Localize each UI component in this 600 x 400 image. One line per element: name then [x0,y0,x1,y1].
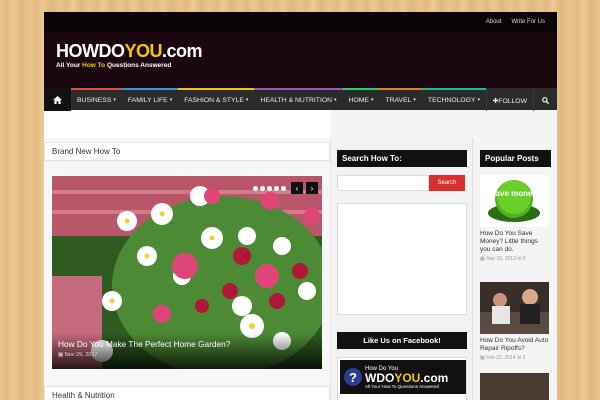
site-container: About Write For Us HOWDOYOU.com All Your… [44,12,557,400]
nav-right: ✚FOLLOW [485,88,557,111]
nav-item-travel[interactable]: TRAVEL ▾ [379,87,422,111]
slider-dot[interactable] [267,186,272,191]
nav-item-home[interactable]: HOME ▾ [342,87,380,111]
section-heading-new: Brand New How To [44,142,330,161]
facebook-widget[interactable]: ? How Do You WDOYOU.com All Your How To … [337,357,467,400]
main-nav: BUSINESS ▾ FAMILY LIFE ▾ FASHION & STYLE ▾ … [44,87,557,111]
top-bar: About Write For Us [44,12,557,32]
search-heading: Search How To: [337,150,467,167]
calendar-icon: ▦ [58,352,64,358]
slider-prev-button[interactable]: ‹ [291,182,303,194]
nav-item-technology[interactable]: TECHNOLOGY ▾ [421,87,487,111]
main-content: Brand New How To ‹ › How Do You Make The… [44,138,557,400]
chevron-down-icon: ▾ [245,97,249,103]
search-column: Search How To: Search Like Us on Faceboo… [331,138,473,400]
save-money-button-image: save money [480,175,549,227]
content-column: Brand New How To ‹ › How Do You Make The… [44,138,331,400]
svg-text:save money: save money [491,189,537,198]
slide-caption: How Do You Make The Perfect Home Garden?… [52,333,322,369]
chevron-down-icon: ▾ [370,97,374,103]
popular-post-title[interactable]: How Do You Save Money? Little things you… [480,230,550,254]
chevron-down-icon: ▾ [113,97,116,103]
section-heading-health: Health & Nutrition [44,386,330,400]
slider-dot[interactable] [253,186,258,191]
slider-dots[interactable] [253,186,286,191]
chevron-down-icon: ▾ [334,97,337,103]
search-form: Search [337,175,467,191]
slide-date: Nov 29, 2017 [64,352,98,358]
nav-item-fashion-style[interactable]: FASHION & STYLE ▾ [178,87,255,111]
chevron-down-icon: ▾ [169,97,173,103]
slider-dot[interactable] [274,186,279,191]
nav-item-business[interactable]: BUSINESS ▾ [71,87,122,111]
popular-column: Popular Posts save money How Do You Save… [473,138,557,400]
nav-home-icon[interactable] [44,87,71,111]
popular-heading: Popular Posts [480,150,551,167]
ad-widget-box [337,203,467,315]
chevron-down-icon: ▾ [413,97,416,103]
about-link[interactable]: About [486,19,502,25]
slider-dot[interactable] [260,186,265,191]
chevron-down-icon: ▾ [477,97,481,103]
popular-post-image[interactable] [480,282,549,334]
site-header: HOWDOYOU.com All Your How To Questions A… [44,32,557,87]
popular-post-image[interactable]: save money [480,175,549,227]
comment-icon: ✉ [517,256,522,262]
slider-next-button[interactable]: › [306,182,318,194]
search-icon [542,97,549,104]
popular-post-image[interactable] [480,373,549,400]
question-icon: ? [344,368,362,386]
home-icon [53,96,62,104]
search-button[interactable]: Search [429,175,465,191]
popular-post-title[interactable]: How Do You Avoid Auto Repair Ripoffs? [480,337,550,353]
chevron-right-icon: › [310,183,314,193]
search-input[interactable] [337,175,429,191]
follow-button[interactable]: ✚FOLLOW [485,88,533,111]
auto-repair-image [480,282,549,334]
chevron-left-icon: ‹ [295,183,299,193]
calendar-icon: ▦ [480,355,485,361]
facebook-logo: ? How Do You WDOYOU.com All Your How To … [340,360,466,394]
nav-item-health-nutrition[interactable]: HEALTH & NUTRITION ▾ [254,87,343,111]
nav-item-family-life[interactable]: FAMILY LIFE ▾ [121,87,179,111]
slide-title[interactable]: How Do You Make The Perfect Home Garden? [58,339,316,349]
sub-bar [44,110,557,138]
comment-icon: ✉ [516,355,522,361]
nav-search-button[interactable] [533,88,557,111]
site-logo[interactable]: HOWDOYOU.com All Your How To Questions A… [56,42,203,69]
calendar-icon: ▦ [480,256,485,262]
featured-slider[interactable]: ‹ › How Do You Make The Perfect Home Gar… [52,176,322,369]
facebook-heading: Like Us on Facebook! [337,332,467,349]
slider-dot[interactable] [281,186,286,191]
write-for-us-link[interactable]: Write For Us [511,19,545,25]
